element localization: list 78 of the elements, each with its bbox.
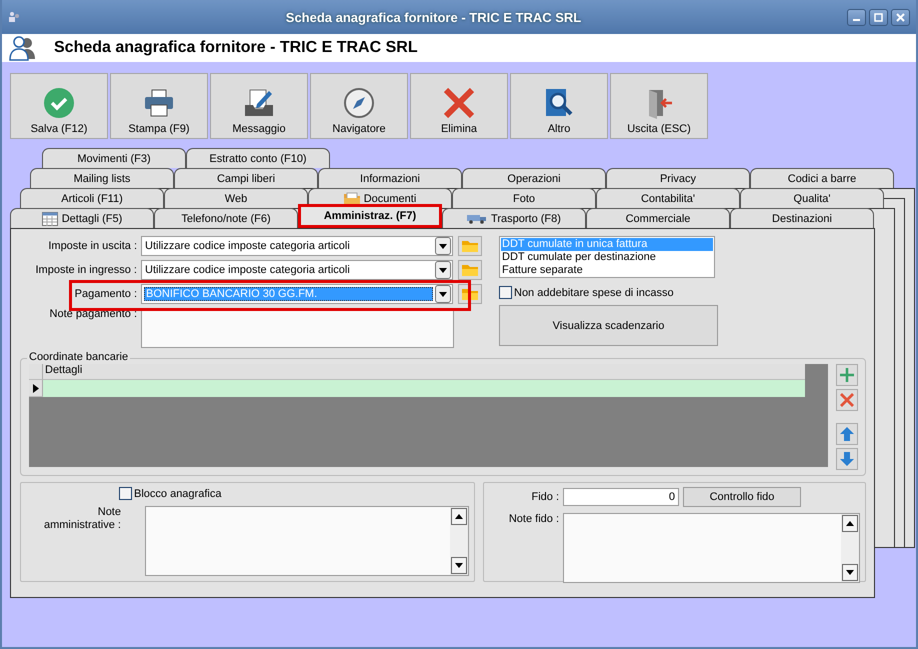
folder-icon	[344, 192, 360, 205]
tab[interactable]: Informazioni	[318, 168, 462, 188]
tab[interactable]: Movimenti (F3)	[42, 148, 186, 168]
toolbar-button[interactable]: Messaggio	[210, 73, 308, 139]
tab[interactable]: Amministraz. (F7)	[298, 204, 442, 228]
close-icon	[896, 12, 905, 22]
tab[interactable]: Telefono/note (F6)	[154, 208, 298, 228]
field-label: Imposte in ingresso :	[34, 264, 138, 276]
toolbar-button[interactable]: Navigatore	[310, 73, 408, 139]
credit-check-button[interactable]: Controllo fido	[683, 487, 801, 507]
tab[interactable]: Privacy	[606, 168, 750, 188]
printer-icon	[143, 87, 175, 119]
column-header: Dettagli	[43, 364, 805, 380]
tab[interactable]: Qualita'	[740, 188, 884, 208]
toolbar-button[interactable]: Uscita (ESC)	[610, 73, 708, 139]
notes-field[interactable]	[145, 506, 469, 576]
tab[interactable]: Trasporto (F8)	[442, 208, 586, 228]
delete-button[interactable]	[836, 389, 858, 411]
field-label: Note amministrative :	[42, 506, 122, 532]
delete-icon	[443, 87, 475, 119]
list-item[interactable]: Fatture separate	[501, 264, 713, 277]
tab[interactable]: Operazioni	[462, 168, 606, 188]
compass-icon	[343, 87, 375, 119]
calendar-icon	[42, 212, 58, 226]
truck-icon	[467, 214, 488, 224]
app-icon	[8, 11, 20, 23]
invoicing-list[interactable]: DDT cumulate in unica fattura DDT cumulate per destinazione Fatture separate	[499, 236, 715, 278]
toolbar-button[interactable]: Altro	[510, 73, 608, 139]
check-icon	[43, 87, 75, 119]
credit-field[interactable]: 0	[563, 488, 679, 506]
field-label: Fido :	[530, 491, 559, 503]
tab[interactable]: Commerciale	[586, 208, 730, 228]
checkbox[interactable]	[119, 487, 132, 500]
notes-field[interactable]	[563, 513, 860, 583]
tab[interactable]: Mailing lists	[30, 168, 174, 188]
group-title: Coordinate bancarie	[27, 351, 130, 363]
minimize-button[interactable]	[847, 8, 866, 26]
close-button[interactable]	[891, 8, 910, 26]
tab[interactable]: Destinazioni	[730, 208, 874, 228]
maximize-icon	[874, 12, 883, 22]
dropdown-field[interactable]: Utilizzare codice imposte categoria articoli	[141, 236, 453, 256]
checkbox[interactable]	[499, 286, 512, 299]
window-title: Scheda anagrafica fornitore - TRIC E TRAC SRL	[284, 10, 582, 24]
arrow-down-icon	[455, 563, 463, 568]
field-label: Pagamento :	[74, 288, 138, 300]
book-search-icon	[543, 87, 575, 119]
toolbar-button[interactable]: Salva (F12)	[10, 73, 108, 139]
dropdown-field[interactable]: Utilizzare codice imposte categoria articoli	[141, 260, 453, 280]
inbox-pen-icon	[243, 87, 275, 119]
list-item[interactable]: DDT cumulate per destinazione	[501, 251, 713, 264]
schedule-button[interactable]: Visualizza scadenzario	[499, 305, 718, 346]
field-label: Imposte in uscita :	[47, 240, 138, 252]
scrollbar[interactable]	[841, 514, 859, 582]
toolbar-button[interactable]: Elimina	[410, 73, 508, 139]
field-label: Note pagamento :	[48, 308, 138, 320]
field-label: Note fido :	[508, 513, 560, 525]
toolbar-button[interactable]: Stampa (F9)	[110, 73, 208, 139]
move-up-button[interactable]	[836, 423, 858, 445]
tab[interactable]: Estratto conto (F10)	[186, 148, 330, 168]
tab[interactable]: Foto	[452, 188, 596, 208]
checkbox-label: Non addebitare spese di incasso	[514, 286, 674, 298]
tab[interactable]: Web	[164, 188, 308, 208]
tab[interactable]: Dettagli (F5)	[10, 208, 154, 228]
scrollbar[interactable]	[450, 507, 468, 575]
move-down-button[interactable]	[836, 448, 858, 470]
arrow-down-icon	[846, 570, 854, 575]
form-title: Scheda anagrafica fornitore - TRIC E TRAC SRL	[54, 39, 418, 57]
arrow-up-icon	[846, 521, 854, 526]
checkbox-label: Blocco anagrafica	[134, 488, 222, 500]
tab[interactable]: Campi liberi	[174, 168, 318, 188]
tab[interactable]: Codici a barre	[750, 168, 894, 188]
tab[interactable]: Contabilita'	[596, 188, 740, 208]
notes-field[interactable]	[141, 308, 454, 348]
arrow-up-icon	[455, 514, 463, 519]
tab[interactable]: Articoli (F11)	[20, 188, 164, 208]
minimize-icon	[853, 19, 860, 21]
add-button[interactable]	[836, 364, 858, 386]
maximize-button[interactable]	[869, 8, 888, 26]
